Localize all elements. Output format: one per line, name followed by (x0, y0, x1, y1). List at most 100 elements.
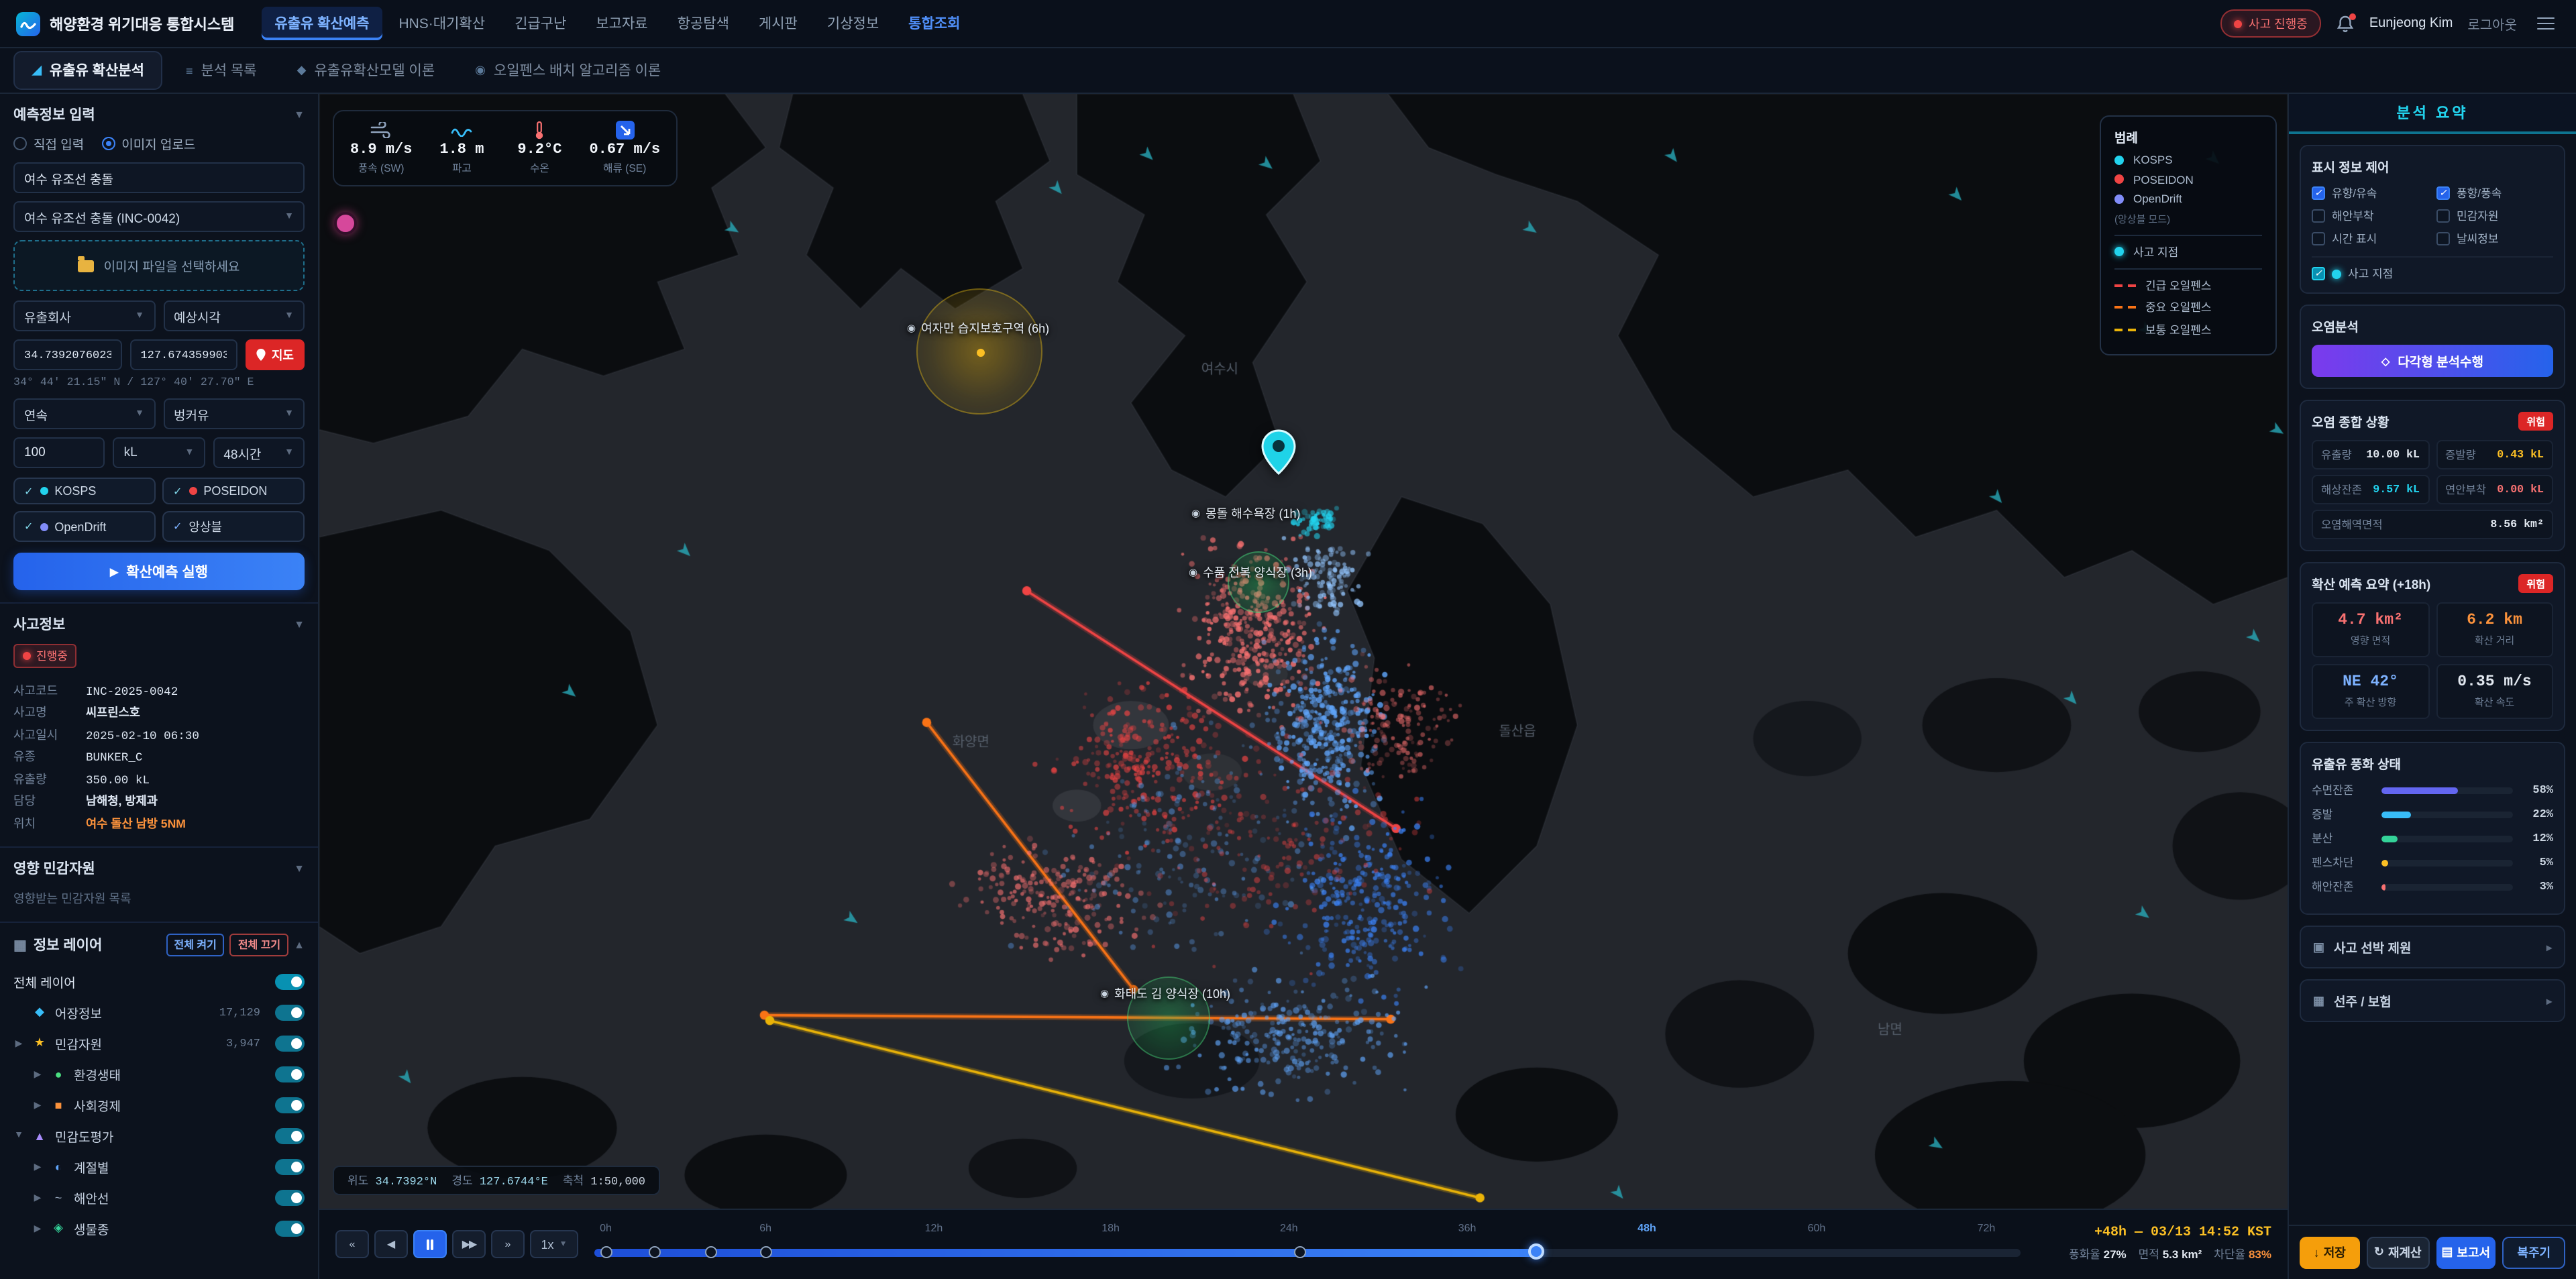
model-toggle-kosps[interactable]: ✓ KOSPS (13, 478, 156, 504)
tab-model-theory[interactable]: ◆ 유출유확산모델 이론 (280, 52, 453, 89)
longitude-input[interactable] (129, 339, 237, 370)
tab-spread-analysis[interactable]: ◢ 유출유 확산분석 (13, 51, 163, 90)
map-canvas[interactable] (319, 94, 2288, 1208)
run-prediction-button[interactable]: ▶ 확산예측 실행 (13, 553, 305, 590)
seasonal-toggle[interactable] (275, 1158, 305, 1174)
all-layers-off-button[interactable]: 전체 끄기 (230, 934, 288, 956)
expand-arrow-icon[interactable]: ▶ (32, 1192, 43, 1203)
menu-rescue[interactable]: 긴급구난 (501, 7, 580, 40)
incident-section-header[interactable]: 사고정보 ▼ (13, 614, 305, 634)
layer-row-species[interactable]: ▶ ◈ 생물종 (13, 1213, 305, 1243)
save-button[interactable]: ↓저장 (2300, 1236, 2360, 1268)
play-icon: ▶ (110, 565, 118, 577)
expand-arrow-icon[interactable]: ▶ (32, 1161, 43, 1172)
layer-row-sensitive[interactable]: ▶ ★ 민감자원 3,947 (13, 1027, 305, 1058)
app-title: 해양환경 위기대응 통합시스템 (50, 13, 234, 34)
pick-on-map-button[interactable]: 지도 (246, 339, 305, 370)
fisheries-icon: ◆ (31, 1005, 48, 1019)
layer-row-sensitivity-eval[interactable]: ▼ ▲ 민감도평가 (13, 1120, 305, 1151)
master-layer-toggle[interactable] (275, 973, 305, 989)
fast-forward-button[interactable]: ▶▶ (452, 1230, 486, 1258)
tab-boom-algorithm-theory[interactable]: ◉ 오일펜스 배치 알고리즘 이론 (458, 52, 678, 89)
expand-arrow-icon[interactable]: ▼ (13, 1131, 24, 1140)
layer-row-socioeconomic[interactable]: ▶ ■ 사회경제 (13, 1089, 305, 1120)
weathering-surface: 수면잔존58% (2312, 782, 2553, 798)
playback-speed-select[interactable]: 1x ▼ (530, 1230, 578, 1258)
ship-specs-section[interactable]: ▣ 사고 선박 제원 ▸ (2300, 926, 2565, 968)
image-upload-dropzone[interactable]: 이미지 파일을 선택하세요 (13, 240, 305, 291)
eco-toggle[interactable] (275, 1066, 305, 1082)
dms-coordinates: 34° 44' 21.15" N / 127° 40' 27.70" E (13, 377, 305, 389)
step-back-button[interactable]: ◀ (374, 1230, 408, 1258)
check-sensitive-resources[interactable]: 민감자원 (2436, 208, 2553, 224)
incident-select[interactable]: 여수 유조선 충돌 (INC-0042) ▼ (13, 201, 305, 232)
layer-row-coastline[interactable]: ▶ ~ 해안선 (13, 1182, 305, 1213)
skip-start-button[interactable]: « (335, 1230, 369, 1258)
app-root: 해양환경 위기대응 통합시스템 유출유 확산예측 HNS·대기확산 긴급구난 보… (0, 0, 2576, 1279)
logout-link[interactable]: 로그아웃 (2467, 13, 2517, 34)
layer-row-eco[interactable]: ▶ ● 환경생태 (13, 1058, 305, 1089)
incident-name-input[interactable] (13, 162, 305, 193)
unit-select[interactable]: kL ▼ (113, 437, 205, 468)
predict-section-header[interactable]: 예측정보 입력 ▼ (13, 105, 305, 125)
chevron-up-icon[interactable]: ▲ (294, 939, 305, 951)
model-toggle-ensemble[interactable]: ✓ 앙상블 (162, 511, 305, 542)
menu-board[interactable]: 게시판 (745, 7, 811, 40)
model-toggle-poseidon[interactable]: ✓ POSEIDON (162, 478, 305, 504)
check-incident-point[interactable]: ✓ 사고 지점 (2312, 266, 2553, 282)
menu-reports[interactable]: 보고자료 (582, 7, 661, 40)
radio-image-upload[interactable]: 이미지 업로드 (101, 134, 195, 153)
eval-toggle[interactable] (275, 1127, 305, 1144)
expand-arrow-icon[interactable]: ▶ (32, 1223, 43, 1233)
spill-mode-select[interactable]: 연속 ▼ (13, 398, 155, 429)
model-toggle-opendrift[interactable]: ✓ OpenDrift (13, 511, 156, 542)
notification-bell-icon[interactable] (2336, 14, 2355, 33)
expand-arrow-icon[interactable]: ▶ (13, 1038, 24, 1048)
tab-analysis-list[interactable]: ≡ 분석 목록 (168, 52, 274, 89)
share-button[interactable]: 복주기 (2503, 1236, 2566, 1268)
polygon-analysis-button[interactable]: ◇ 다각형 분석수행 (2312, 345, 2553, 377)
expand-arrow-icon[interactable]: ▶ (32, 1099, 43, 1110)
expand-arrow-icon[interactable]: ▶ (32, 1068, 43, 1079)
check-current-vector[interactable]: ✓유향/유속 (2312, 185, 2428, 201)
layer-row-seasonal[interactable]: ▶ ◐ 계절별 (13, 1151, 305, 1182)
spill-amount-input[interactable] (13, 437, 105, 468)
opendrift-color-dot (40, 522, 48, 531)
recalculate-button[interactable]: ↻재계산 (2367, 1236, 2430, 1268)
layer-row-fisheries[interactable]: ◆ 어장정보 17,129 (13, 997, 305, 1027)
wetland-protection-circle (916, 288, 1042, 414)
map-viewport[interactable]: 8.9 m/s 풍속 (SW) 1.8 m 파고 9.2°C 수온 (319, 94, 2288, 1208)
species-toggle[interactable] (275, 1220, 305, 1236)
report-button[interactable]: ▤보고서 (2436, 1236, 2496, 1268)
owner-insurance-section[interactable]: ▦ 선주 / 보험 ▸ (2300, 979, 2565, 1022)
oil-type-select[interactable]: 벙커유 ▼ (163, 398, 305, 429)
check-weather-info[interactable]: 날씨정보 (2436, 231, 2553, 247)
latitude-input[interactable] (13, 339, 121, 370)
check-time-display[interactable]: 시간 표시 (2312, 231, 2428, 247)
duration-select[interactable]: 48시간 ▼ (213, 437, 305, 468)
sensitive-toggle[interactable] (275, 1035, 305, 1051)
particle-color-button[interactable] (334, 212, 357, 235)
sensitive-section-header[interactable]: 영향 민감자원 ▼ (13, 858, 305, 879)
menu-hns[interactable]: HNS·대기확산 (385, 7, 498, 40)
menu-integrated-search[interactable]: 통합조회 (895, 7, 973, 40)
fisheries-toggle[interactable] (275, 1004, 305, 1020)
coastline-toggle[interactable] (275, 1189, 305, 1205)
menu-aerial[interactable]: 항공탐색 (664, 7, 743, 40)
incident-location-pin[interactable] (1261, 429, 1296, 479)
socio-toggle[interactable] (275, 1097, 305, 1113)
radio-direct-input[interactable]: 직접 입력 (13, 134, 84, 153)
spill-company-select[interactable]: 유출회사 ▼ (13, 300, 155, 331)
menu-oil-spread[interactable]: 유출유 확산예측 (261, 7, 382, 40)
incident-row: 사고명씨프린스호 (13, 703, 305, 720)
all-layers-on-button[interactable]: 전체 켜기 (166, 934, 224, 956)
skip-end-button[interactable]: » (491, 1230, 525, 1258)
timeline-current-handle[interactable] (1527, 1243, 1544, 1260)
check-shore-adhesion[interactable]: 해안부착 (2312, 208, 2428, 224)
pause-button[interactable] (413, 1230, 447, 1258)
menu-weather[interactable]: 기상정보 (814, 7, 892, 40)
check-wind-vector[interactable]: ✓풍향/풍속 (2436, 185, 2553, 201)
timeline-track[interactable] (594, 1248, 2021, 1256)
expected-time-select[interactable]: 예상시각 ▼ (163, 300, 305, 331)
hamburger-menu-icon[interactable] (2532, 11, 2560, 36)
